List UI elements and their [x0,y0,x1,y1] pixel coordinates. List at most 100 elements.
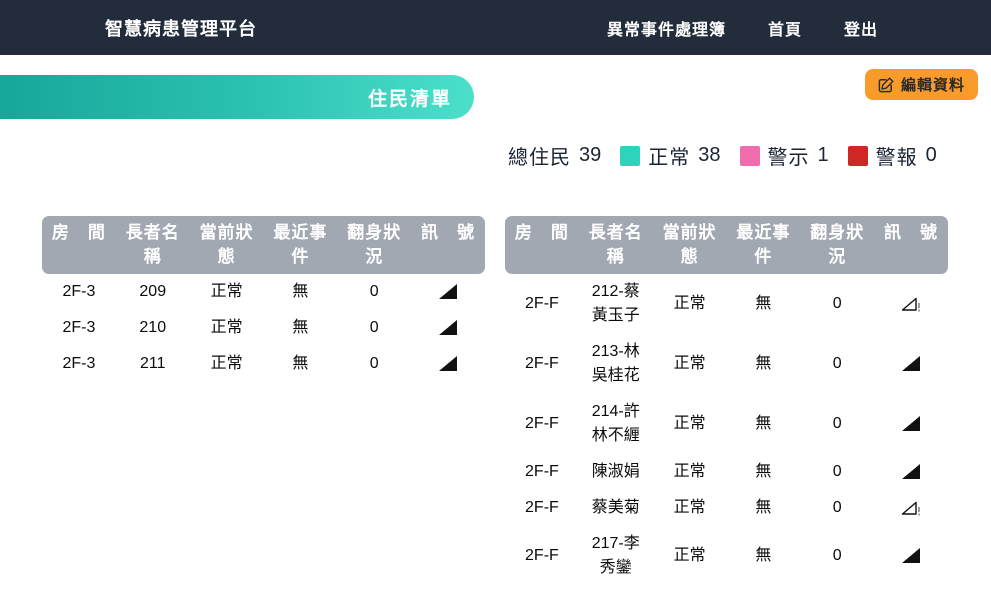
turn-cell: 0 [337,316,411,340]
table-row: 2F-F213-林 吳桂花正常無0 [505,334,948,394]
signal-full-icon [902,356,920,371]
legend-total-value: 39 [579,144,601,167]
event-cell: 無 [726,496,800,520]
room-cell: 2F-3 [42,316,116,340]
legend-alarm: 警報 0 [848,141,937,170]
signal-cell [874,412,948,436]
name-cell: 214-許 林不緾 [579,400,653,448]
nav-link-home[interactable]: 首頁 [768,16,802,40]
name-cell: 209 [116,280,190,304]
table-row: 2F-F蔡美菊正常無0 [505,490,948,526]
table-body: 2F-3209正常無02F-3210正常無02F-3211正常無0 [42,274,485,382]
column-header: 翻身狀 況 [337,221,411,269]
banner-row: 住民清單 編輯資料 [0,75,991,119]
signal-cell [411,280,485,304]
signal-cell [411,316,485,340]
turn-cell: 0 [800,352,874,376]
table-row: 2F-F陳淑娟正常無0 [505,454,948,490]
legend-warning-label: 警示 [768,141,810,170]
status-cell: 正常 [653,352,727,376]
event-cell: 無 [726,544,800,568]
signal-cell [874,352,948,376]
table-row: 2F-F217-李 秀鑾正常無0 [505,526,948,586]
signal-full-icon [439,356,457,371]
event-cell: 無 [726,292,800,316]
nav-link-logout[interactable]: 登出 [844,16,878,40]
status-cell: 正常 [653,292,727,316]
signal-full-icon [439,284,457,299]
legend-normal-value: 38 [698,144,720,167]
name-cell: 210 [116,316,190,340]
event-cell: 無 [263,352,337,376]
table-row: 2F-F212-蔡 黃玉子正常無0 [505,274,948,334]
status-cell: 正常 [653,460,727,484]
signal-cell [874,544,948,568]
alarm-color-swatch [848,146,868,166]
turn-cell: 0 [337,280,411,304]
resident-list-banner: 住民清單 [0,75,474,119]
name-cell: 213-林 吳桂花 [579,340,653,388]
column-header: 房 間 [505,221,579,269]
table-row: 2F-3211正常無0 [42,346,485,382]
app-title: 智慧病患管理平台 [105,15,257,41]
status-cell: 正常 [653,412,727,436]
navbar-links: 異常事件處理簿 首頁 登出 [607,16,878,40]
status-legend: 總住民 39 正常 38 警示 1 警報 0 [508,141,991,170]
legend-normal: 正常 38 [620,141,720,170]
edit-icon [878,77,894,93]
table-header: 房 間長者名 稱當前狀 態最近事 件翻身狀 況訊 號 [505,216,948,274]
room-cell: 2F-3 [42,352,116,376]
name-cell: 蔡美菊 [579,496,653,520]
name-cell: 212-蔡 黃玉子 [579,280,653,328]
edit-button-label: 編輯資料 [901,74,965,95]
legend-alarm-label: 警報 [876,141,918,170]
turn-cell: 0 [800,544,874,568]
status-cell: 正常 [653,496,727,520]
resident-table-left: 房 間長者名 稱當前狀 態最近事 件翻身狀 況訊 號 2F-3209正常無02F… [42,216,485,586]
turn-cell: 0 [800,496,874,520]
signal-cell [874,496,948,520]
legend-normal-label: 正常 [648,141,690,170]
legend-total-label: 總住民 [508,141,571,170]
status-cell: 正常 [653,544,727,568]
table-header: 房 間長者名 稱當前狀 態最近事 件翻身狀 況訊 號 [42,216,485,274]
event-cell: 無 [726,460,800,484]
column-header: 當前狀 態 [190,221,264,269]
room-cell: 2F-F [505,544,579,568]
signal-full-icon [439,320,457,335]
room-cell: 2F-F [505,460,579,484]
event-cell: 無 [263,316,337,340]
column-header: 最近事 件 [726,221,800,269]
name-cell: 211 [116,352,190,376]
nav-link-event-log[interactable]: 異常事件處理簿 [607,16,726,40]
room-cell: 2F-F [505,292,579,316]
legend-alarm-value: 0 [926,144,937,167]
legend-total: 總住民 39 [508,141,601,170]
signal-cell [874,292,948,316]
signal-weak-icon [901,296,922,312]
turn-cell: 0 [337,352,411,376]
event-cell: 無 [263,280,337,304]
column-header: 訊 號 [874,221,948,269]
table-row: 2F-3210正常無0 [42,310,485,346]
legend-warning: 警示 1 [740,141,829,170]
column-header: 長者名 稱 [579,221,653,269]
turn-cell: 0 [800,412,874,436]
navbar: 智慧病患管理平台 異常事件處理簿 首頁 登出 [0,0,991,55]
column-header: 當前狀 態 [653,221,727,269]
turn-cell: 0 [800,292,874,316]
column-header: 最近事 件 [263,221,337,269]
warning-color-swatch [740,146,760,166]
resident-table-right: 房 間長者名 稱當前狀 態最近事 件翻身狀 況訊 號 2F-F212-蔡 黃玉子… [505,216,948,586]
signal-weak-icon [901,500,922,516]
room-cell: 2F-F [505,352,579,376]
turn-cell: 0 [800,460,874,484]
signal-full-icon [902,548,920,563]
event-cell: 無 [726,412,800,436]
edit-data-button[interactable]: 編輯資料 [865,69,978,100]
name-cell: 陳淑娟 [579,460,653,484]
signal-full-icon [902,464,920,479]
status-cell: 正常 [190,352,264,376]
status-cell: 正常 [190,280,264,304]
column-header: 訊 號 [411,221,485,269]
